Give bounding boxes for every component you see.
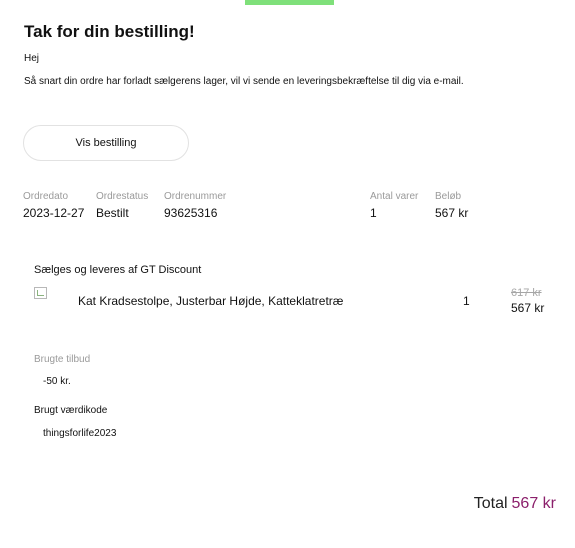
order-date-header: Ordredato (23, 191, 69, 202)
seller-label: Sælges og leveres af GT Discount (34, 264, 202, 276)
amount-value: 567 kr (435, 206, 469, 220)
voucher-label: Brugt værdikode (34, 405, 108, 416)
voucher-code: thingsforlife2023 (43, 428, 117, 439)
greeting-text: Hej (24, 53, 40, 64)
page-title: Tak for din bestilling! (24, 22, 195, 41)
view-order-button[interactable]: Vis bestilling (23, 125, 189, 161)
product-quantity: 1 (463, 294, 470, 308)
amount-header: Beløb (435, 191, 462, 202)
confirmation-message: Så snart din ordre har forladt sælgerens… (24, 76, 464, 87)
used-offers-value: -50 kr. (43, 376, 71, 387)
total-label: Total (473, 495, 508, 512)
order-number-header: Ordrenummer (164, 191, 227, 202)
item-count-value: 1 (370, 206, 377, 220)
order-total: Total 567 kr (474, 495, 556, 513)
product-image-placeholder (34, 287, 47, 299)
total-amount: 567 kr (511, 495, 556, 512)
used-offers-label: Brugte tilbud (34, 354, 91, 365)
item-count-header: Antal varer (370, 191, 419, 202)
order-status-value: Bestilt (96, 206, 129, 220)
order-date-value: 2023-12-27 (23, 206, 85, 220)
product-name: Kat Kradsestolpe, Justerbar Højde, Katte… (78, 294, 344, 308)
product-old-price: 617 kr (511, 287, 542, 299)
order-status-header: Ordrestatus (96, 191, 149, 202)
product-price: 567 kr (511, 301, 545, 315)
top-accent-bar (245, 0, 334, 5)
order-number-value: 93625316 (164, 206, 218, 220)
